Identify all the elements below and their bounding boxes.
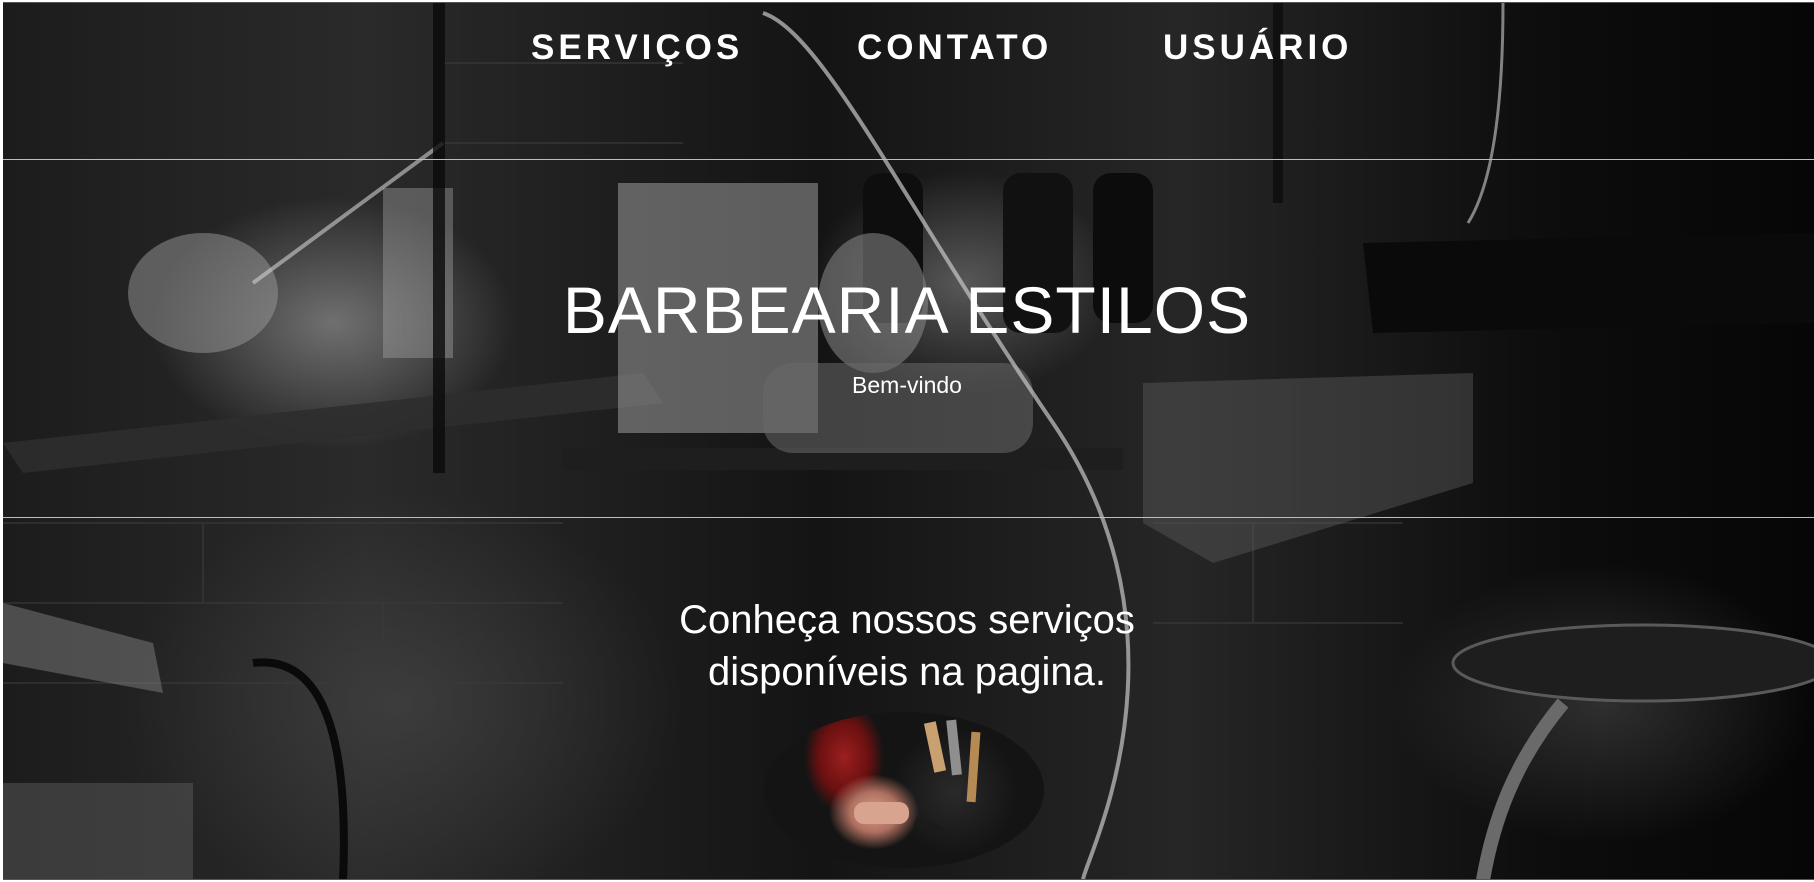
bottom-border	[3, 879, 1814, 880]
services-intro-line-1: Conheça nossos serviços	[679, 598, 1135, 642]
barber-tools-illustration	[854, 719, 981, 837]
main-nav: SERVIÇOS CONTATO USUÁRIO	[0, 28, 1814, 68]
hero-title: BARBEARIA ESTILOS	[562, 273, 1252, 347]
nav-divider	[3, 159, 1814, 160]
nav-link-servicos[interactable]: SERVIÇOS	[531, 28, 743, 68]
services-intro: Conheça nossos serviços disponíveis na p…	[557, 594, 1257, 698]
nav-link-contato[interactable]: CONTATO	[857, 28, 1052, 68]
services-photo[interactable]	[764, 712, 1044, 868]
services-intro-line-2: disponíveis na pagina.	[707, 650, 1107, 694]
hero-divider	[3, 517, 1814, 518]
nav-link-usuario[interactable]: USUÁRIO	[1163, 28, 1352, 68]
top-border	[3, 2, 1814, 3]
hero-subtitle: Bem-vindo	[852, 372, 962, 398]
page: SERVIÇOS CONTATO USUÁRIO BARBEARIA ESTIL…	[0, 0, 1814, 882]
